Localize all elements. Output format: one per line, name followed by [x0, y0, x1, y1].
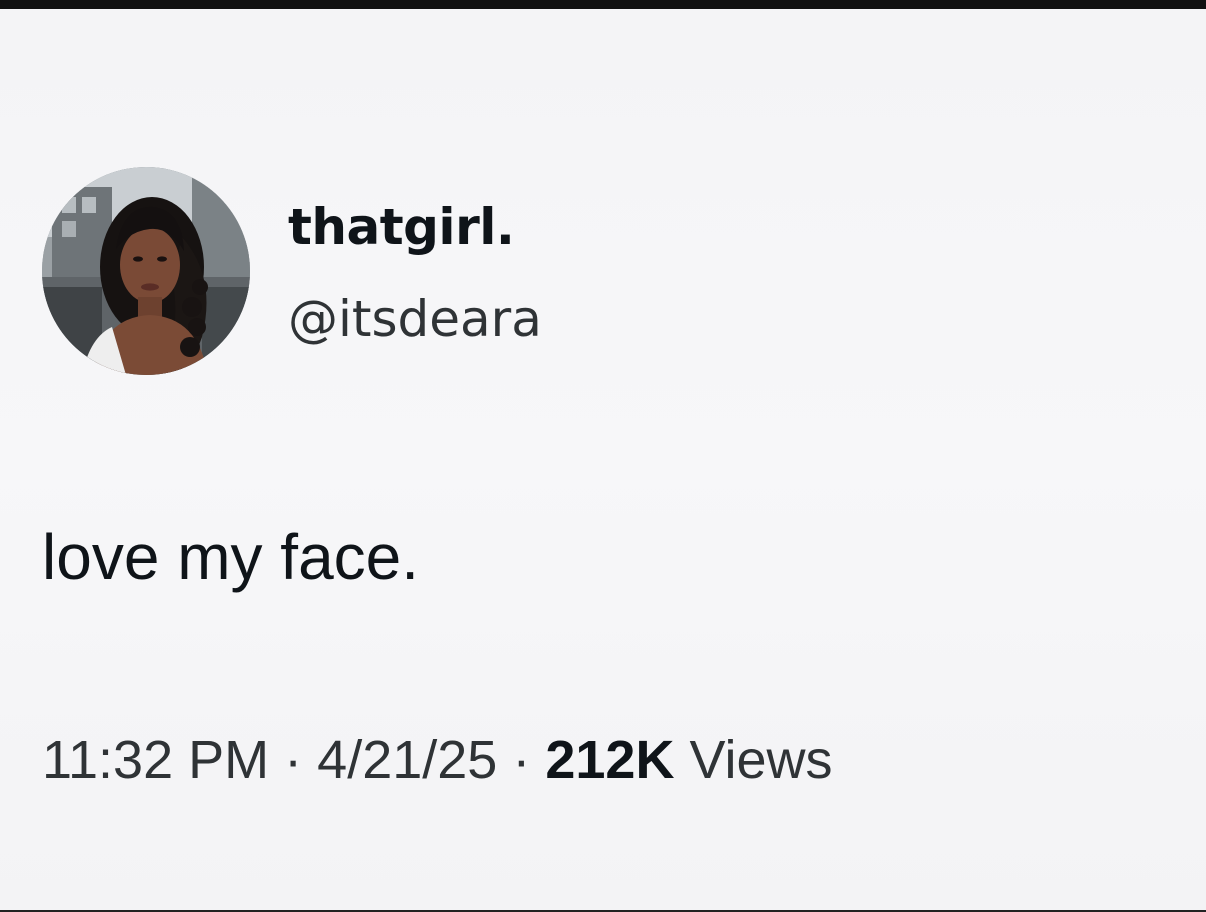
tweet-card: thatgirl. @itsdeara love my face. 11:32 …: [0, 9, 1206, 910]
tweet-text: love my face.: [42, 521, 420, 593]
separator-dot: ·: [284, 730, 303, 790]
tweet-time[interactable]: 11:32 PM: [42, 730, 269, 790]
tweet-metadata: 11:32 PM · 4/21/25 · 212K Views: [42, 727, 833, 793]
views-count[interactable]: 212K: [545, 730, 674, 790]
user-handle[interactable]: @itsdeara: [288, 289, 542, 349]
avatar[interactable]: [42, 167, 250, 375]
tweet-date[interactable]: 4/21/25: [317, 730, 497, 790]
views-label: Views: [689, 730, 833, 790]
separator-dot: ·: [512, 730, 531, 790]
display-name[interactable]: thatgirl.: [288, 197, 515, 257]
top-frame-border: [0, 0, 1206, 9]
